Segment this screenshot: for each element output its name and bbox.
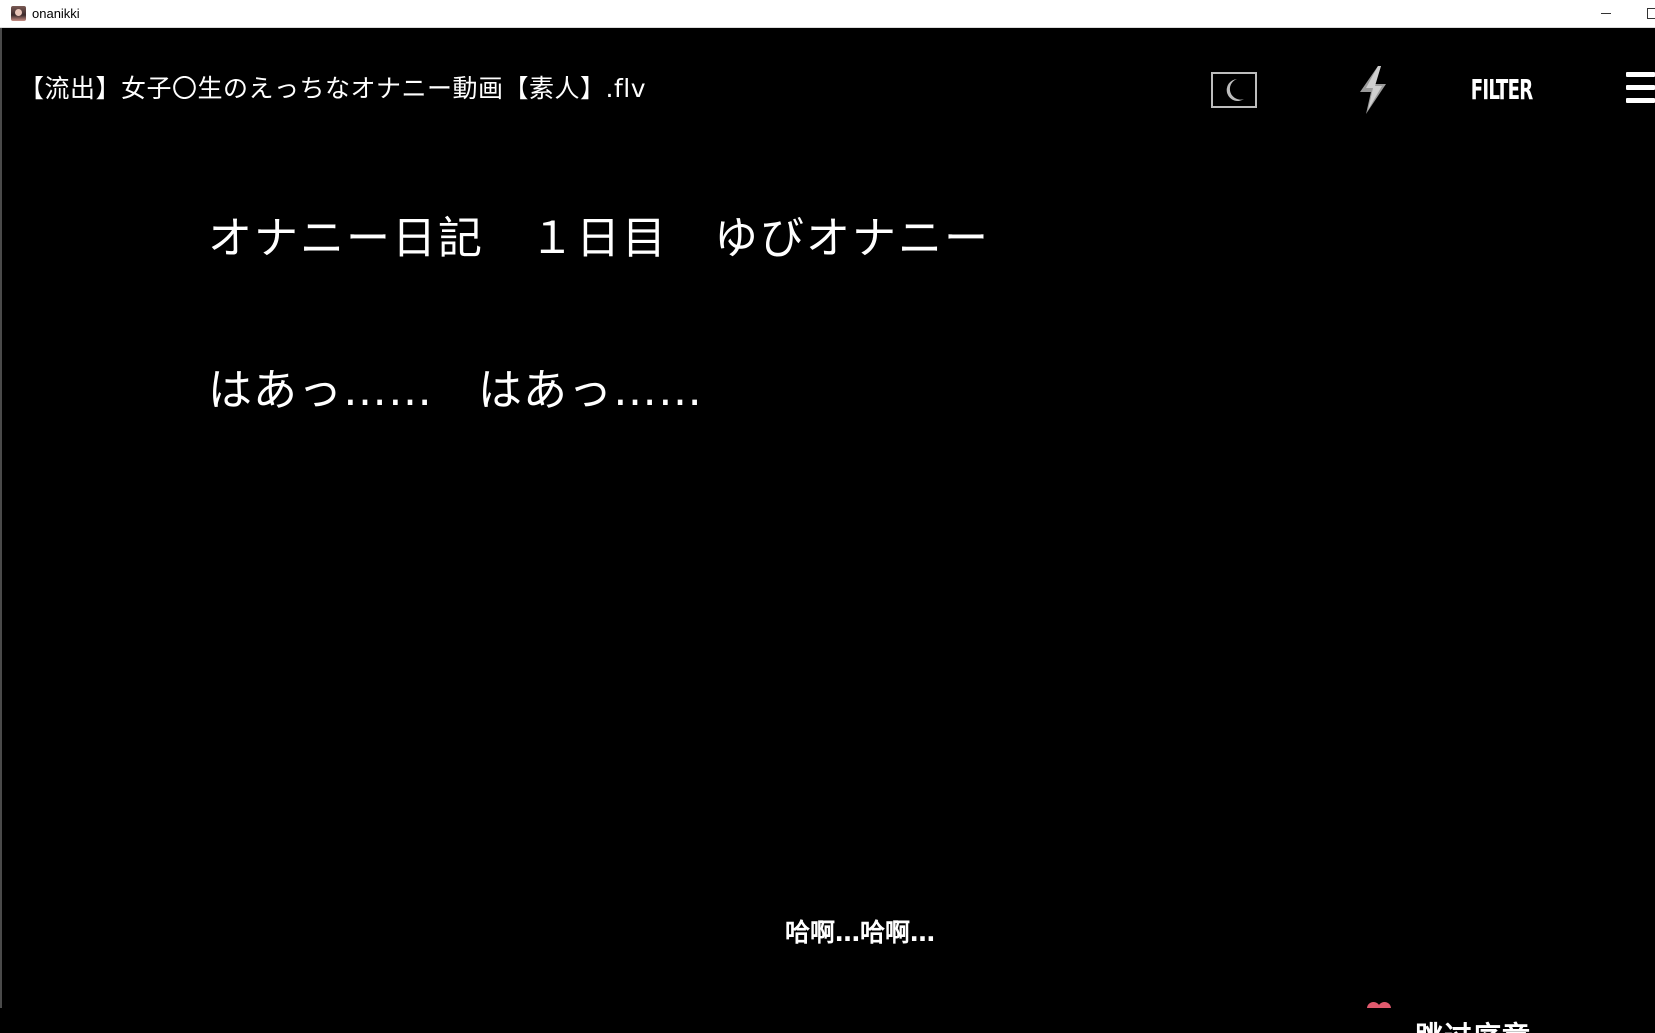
moon-icon bbox=[1226, 79, 1244, 101]
lightning-button[interactable] bbox=[1356, 64, 1390, 116]
skip-prologue-label: 跳过序章 bbox=[1415, 1015, 1531, 1033]
window-title: onanikki bbox=[32, 6, 80, 21]
video-title: 【流出】女子〇生のえっちなオナニー動画【素人】.flv bbox=[19, 74, 646, 103]
lightning-bolt-icon bbox=[1360, 66, 1386, 114]
app-portrait-icon bbox=[11, 6, 26, 21]
skip-prologue-button[interactable]: 跳过序章 bbox=[1360, 995, 1655, 1033]
chapter-heading: オナニー日記 １日目 ゆびオナニー bbox=[208, 213, 990, 264]
subtitle-text: 哈啊…哈啊… bbox=[784, 918, 935, 947]
filter-button[interactable]: FILTER bbox=[1471, 68, 1533, 110]
window-titlebar[interactable]: onanikki bbox=[0, 0, 1655, 28]
minimize-button[interactable] bbox=[1583, 0, 1629, 27]
heart-icon bbox=[1367, 1002, 1393, 1008]
maximize-button[interactable] bbox=[1629, 0, 1655, 27]
window-left-border bbox=[0, 28, 2, 1008]
hamburger-menu-icon[interactable] bbox=[1624, 72, 1655, 104]
dialogue-text: はあっ…… はあっ…… bbox=[208, 365, 703, 416]
night-mode-button[interactable] bbox=[1211, 72, 1257, 108]
app-window: onanikki 【流出】女子〇生のえっちなオナニー動画【素人】.flv FIL… bbox=[0, 0, 1655, 1033]
